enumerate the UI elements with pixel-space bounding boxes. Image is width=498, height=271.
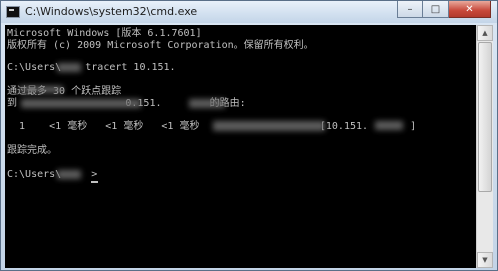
scroll-down-icon[interactable]: ▼ [477, 252, 493, 268]
console-line-copyright: 版权所有 (c) 2009 Microsoft Corporation。保留所有… [7, 40, 314, 51]
redacted-hostname [21, 99, 141, 108]
console-icon [6, 6, 20, 18]
close-button[interactable]: ✕ [449, 1, 491, 18]
redacted-prompt-user [57, 170, 81, 179]
text-cursor [91, 181, 98, 183]
console-line-hop-1: 1 <1 毫秒 <1 毫秒 <1 毫秒 [10.151. ] [7, 121, 417, 132]
maximize-button[interactable]: □ [423, 1, 449, 18]
title-bar[interactable]: C:\Windows\system32\cmd.exe – □ ✕ [1, 1, 497, 23]
cmd-window: C:\Windows\system32\cmd.exe – □ ✕ Micros… [0, 0, 498, 271]
redacted-ip [189, 99, 225, 108]
window-controls: – □ ✕ [397, 1, 491, 19]
redacted-username [57, 63, 81, 72]
redacted-hop-text [19, 86, 63, 93]
console-line-prompt: C:\Users\ > [7, 169, 98, 180]
redacted-hop-host [213, 121, 325, 131]
vertical-scrollbar[interactable]: ▲ ▼ [476, 25, 493, 268]
redacted-hop-ip [375, 121, 403, 130]
minimize-button[interactable]: – [397, 1, 423, 18]
console-line-complete: 跟踪完成。 [7, 145, 57, 156]
window-title: C:\Windows\system32\cmd.exe [25, 5, 198, 18]
scroll-up-icon[interactable]: ▲ [477, 25, 493, 41]
console-output[interactable]: Microsoft Windows [版本 6.1.7601] 版权所有 (c)… [5, 25, 477, 268]
console-line-version: Microsoft Windows [版本 6.1.7601] [7, 28, 202, 39]
console-line-command: C:\Users\ tracert 10.151. [7, 62, 176, 73]
scroll-thumb[interactable] [478, 42, 492, 192]
